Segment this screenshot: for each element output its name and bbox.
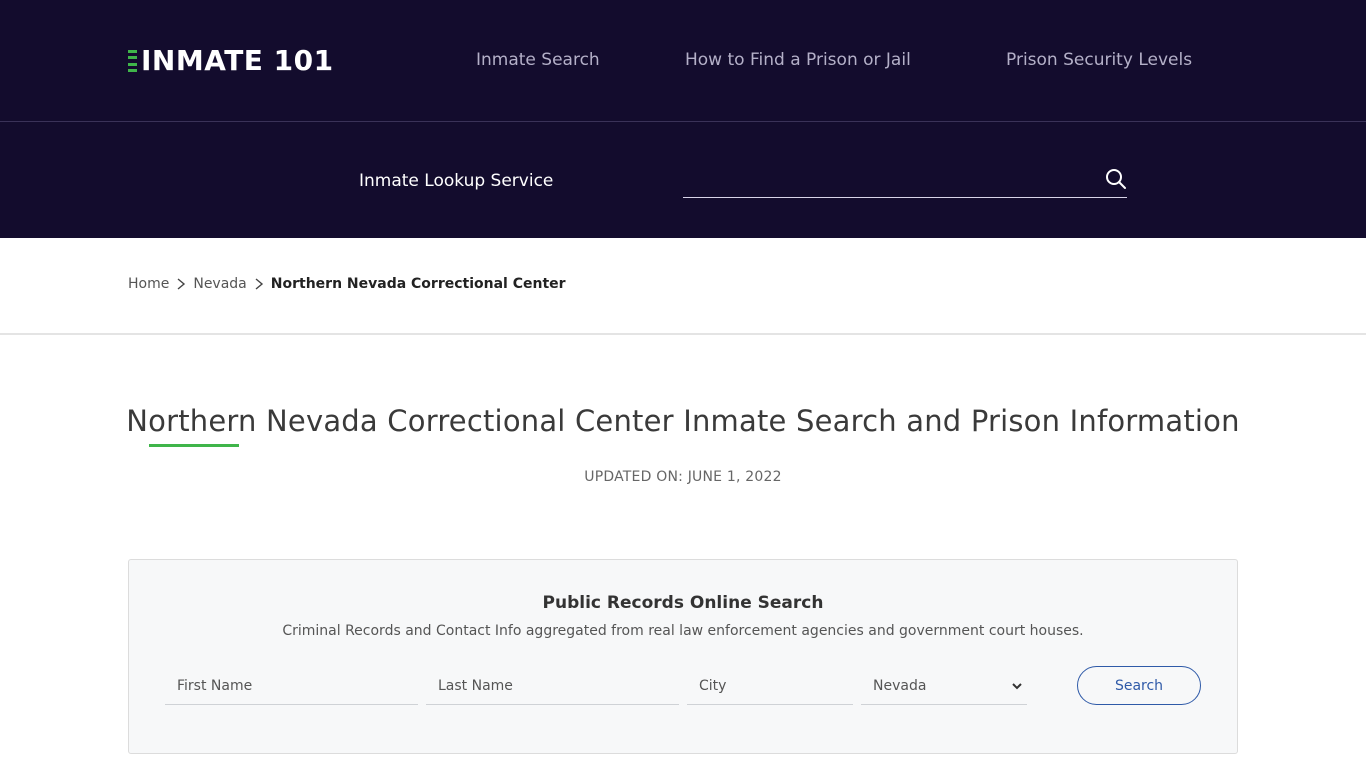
lookup-bar: Inmate Lookup Service: [0, 122, 1366, 238]
top-navbar: INMATE 101 Inmate Search How to Find a P…: [0, 0, 1366, 122]
search-button[interactable]: Search: [1077, 666, 1201, 705]
records-search-title: Public Records Online Search: [542, 593, 824, 613]
chevron-right-icon: [255, 278, 263, 290]
breadcrumb: Home Nevada Northern Nevada Correctional…: [128, 276, 566, 292]
first-name-field: [165, 668, 418, 705]
chevron-right-icon: [177, 278, 186, 290]
breadcrumb-nevada[interactable]: Nevada: [193, 276, 246, 292]
city-field: [687, 668, 853, 705]
site-logo[interactable]: INMATE 101: [128, 46, 334, 76]
lookup-search-input[interactable]: [683, 162, 1083, 196]
last-name-field: [426, 668, 679, 705]
title-underline: [149, 444, 239, 447]
last-name-input[interactable]: [426, 668, 679, 704]
nav-item-inmate-search[interactable]: Inmate Search: [476, 48, 600, 72]
lookup-label: Inmate Lookup Service: [359, 171, 554, 191]
state-select[interactable]: Nevada: [861, 668, 1027, 704]
nav-item-find-prison[interactable]: How to Find a Prison or Jail: [685, 48, 911, 72]
city-input[interactable]: [687, 668, 853, 704]
breadcrumb-home[interactable]: Home: [128, 276, 169, 292]
public-records-search-box: Public Records Online Search Criminal Re…: [128, 559, 1238, 754]
search-icon[interactable]: [1105, 168, 1127, 190]
site-header: INMATE 101 Inmate Search How to Find a P…: [0, 0, 1366, 238]
page-title: Northern Nevada Correctional Center Inma…: [126, 404, 1240, 438]
logo-bars-icon: [128, 50, 137, 72]
lookup-search-field: [683, 162, 1127, 198]
page-title-wrap: Northern Nevada Correctional Center Inma…: [0, 402, 1366, 440]
records-search-description: Criminal Records and Contact Info aggreg…: [282, 623, 1084, 639]
updated-date: UPDATED ON: JUNE 1, 2022: [584, 469, 782, 485]
state-field: Nevada: [861, 668, 1027, 705]
nav-item-security-levels[interactable]: Prison Security Levels: [1006, 48, 1192, 72]
logo-text: INMATE 101: [141, 44, 334, 77]
breadcrumb-current: Northern Nevada Correctional Center: [270, 276, 566, 292]
first-name-input[interactable]: [165, 668, 418, 704]
breadcrumb-bar: Home Nevada Northern Nevada Correctional…: [0, 238, 1366, 335]
